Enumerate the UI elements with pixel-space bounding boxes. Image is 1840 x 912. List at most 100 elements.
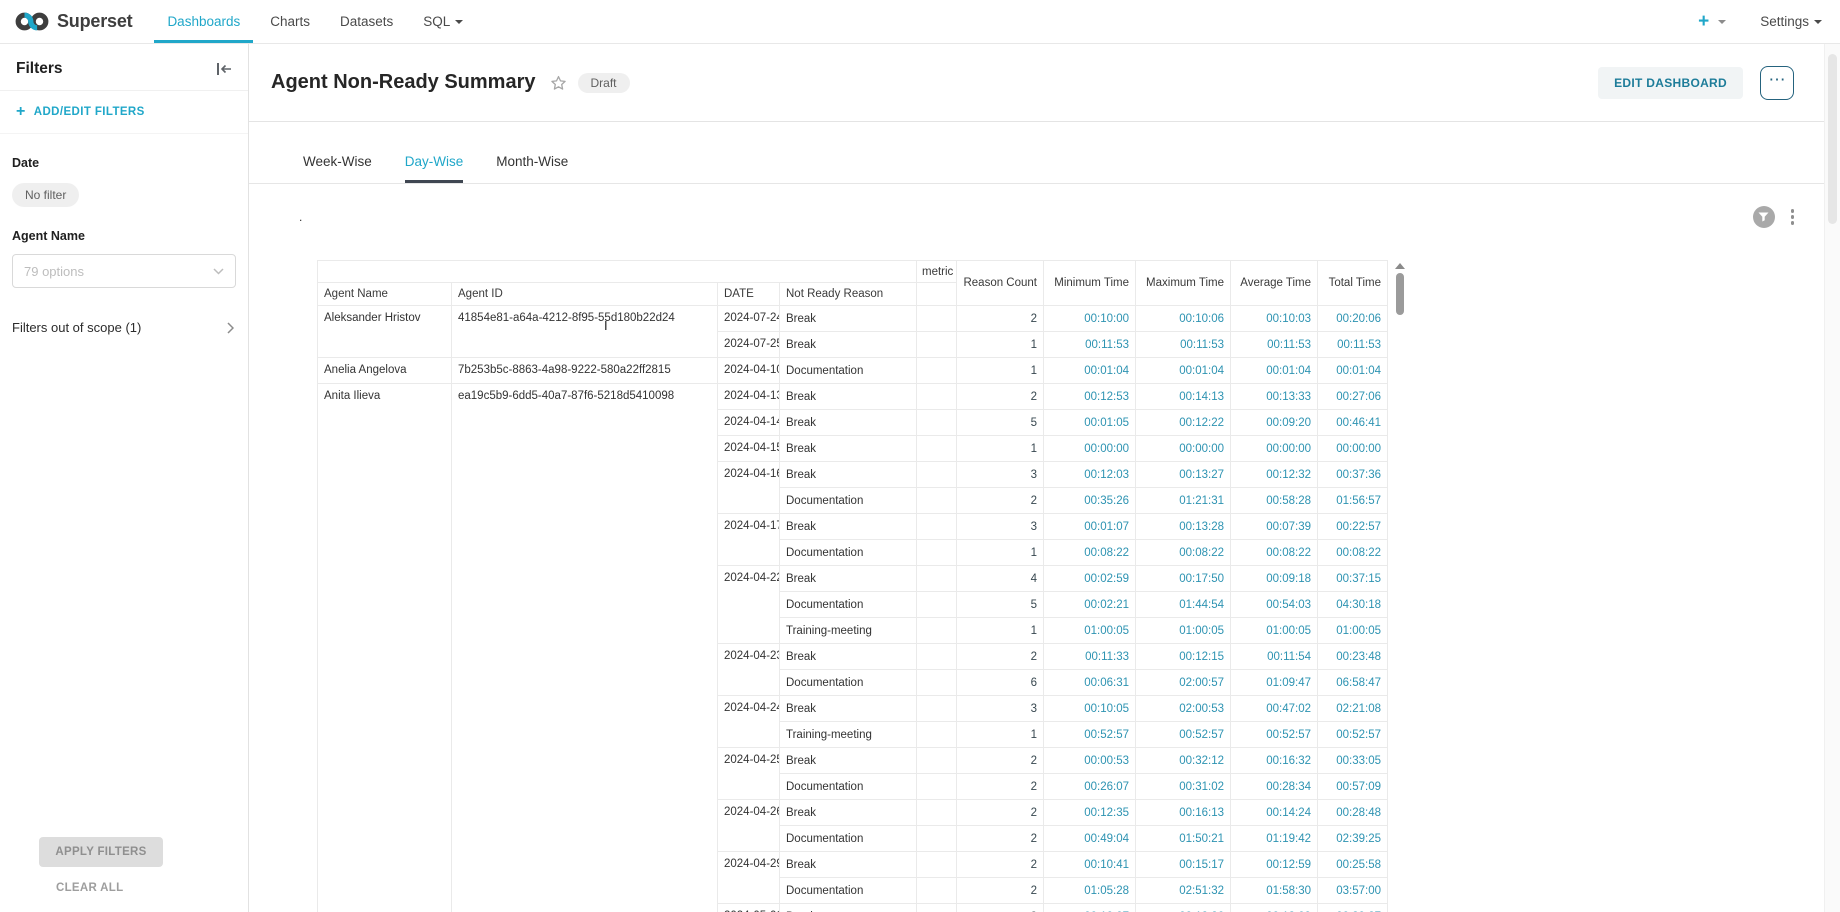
time-value-cell: 01:09:47	[1231, 670, 1318, 696]
metric-spacer-cell	[917, 644, 957, 670]
tab-day-wise[interactable]: Day-Wise	[405, 139, 464, 183]
reason-count-cell: 3	[957, 514, 1044, 540]
column-header-agent-id[interactable]: Agent ID	[452, 283, 718, 306]
chevron-right-icon	[227, 322, 234, 334]
column-header-date[interactable]: DATE	[718, 283, 780, 306]
column-header-not-ready-reason[interactable]: Not Ready Reason	[780, 283, 917, 306]
time-value-cell: 00:25:58	[1318, 852, 1388, 878]
more-options-button[interactable]: ⋯	[1760, 66, 1794, 100]
time-value-cell: 00:12:59	[1231, 852, 1318, 878]
chevron-down-icon	[213, 268, 224, 275]
settings-label: Settings	[1760, 14, 1809, 29]
nav-item-charts[interactable]: Charts	[270, 0, 310, 43]
applied-filters-icon[interactable]	[1753, 206, 1775, 228]
favorite-star-icon[interactable]	[550, 75, 567, 91]
metric-spacer-cell	[917, 696, 957, 722]
reason-cell: Break	[780, 332, 917, 358]
column-header-average-time[interactable]: Average Time	[1231, 261, 1318, 306]
time-value-cell: 00:28:34	[1231, 774, 1318, 800]
column-header-minimum-time[interactable]: Minimum Time	[1044, 261, 1136, 306]
scroll-up-icon[interactable]	[1395, 263, 1405, 269]
apply-filters-button[interactable]: APPLY FILTERS	[39, 837, 163, 867]
metric-spacer-cell	[917, 410, 957, 436]
time-value-cell: 00:27:06	[1318, 384, 1388, 410]
chart-title: .	[299, 210, 302, 224]
metric-spacer-cell	[917, 540, 957, 566]
time-value-cell: 00:31:02	[1136, 774, 1231, 800]
metric-spacer-cell	[917, 488, 957, 514]
reason-count-cell: 2	[957, 800, 1044, 826]
time-value-cell: 00:02:21	[1044, 592, 1136, 618]
add-edit-filters-label: ADD/EDIT FILTERS	[34, 106, 145, 118]
time-value-cell: 01:00:05	[1231, 618, 1318, 644]
time-value-cell: 00:10:07	[1044, 904, 1136, 912]
column-header-total-time[interactable]: Total Time	[1318, 261, 1388, 306]
time-value-cell: 00:00:00	[1318, 436, 1388, 462]
page-scrollbar[interactable]	[1824, 44, 1840, 912]
nav-item-datasets[interactable]: Datasets	[340, 0, 393, 43]
nav-item-dashboards[interactable]: Dashboards	[167, 0, 240, 43]
time-value-cell: 00:01:04	[1136, 358, 1231, 384]
filters-out-of-scope-toggle[interactable]: Filters out of scope (1)	[0, 320, 248, 335]
nav-item-sql[interactable]: SQL	[423, 0, 463, 43]
chart-toolbar	[1753, 206, 1797, 228]
agent-id-cell: 7b253b5c-8863-4a98-9222-580a22ff2815	[452, 358, 718, 384]
time-value-cell: 01:05:28	[1044, 878, 1136, 904]
settings-menu[interactable]: Settings	[1760, 14, 1822, 29]
edit-dashboard-button[interactable]: EDIT DASHBOARD	[1598, 67, 1743, 99]
time-value-cell: 00:57:09	[1318, 774, 1388, 800]
time-value-cell: 00:37:15	[1318, 566, 1388, 592]
date-cell: 2024-07-25	[718, 332, 780, 358]
reason-cell: Break	[780, 462, 917, 488]
time-value-cell: 00:12:22	[1136, 410, 1231, 436]
reason-count-cell: 2	[957, 852, 1044, 878]
time-value-cell: 00:49:04	[1044, 826, 1136, 852]
time-value-cell: 00:08:22	[1044, 540, 1136, 566]
scrollbar-thumb[interactable]	[1396, 273, 1404, 315]
agent-name-filter-select[interactable]: 79 options	[12, 254, 236, 288]
table-scrollbar[interactable]	[1393, 260, 1407, 315]
new-item-caret-icon[interactable]	[1718, 20, 1726, 24]
column-header-agent-name[interactable]: Agent Name	[318, 283, 452, 306]
date-cell: 2024-04-15	[718, 436, 780, 462]
superset-logo-icon	[14, 10, 50, 33]
add-edit-filters-button[interactable]: + ADD/EDIT FILTERS	[0, 91, 248, 134]
reason-count-cell: 4	[957, 566, 1044, 592]
metric-spacer-cell	[917, 826, 957, 852]
reason-count-cell: 1	[957, 618, 1044, 644]
time-value-cell: 00:10:00	[1044, 306, 1136, 332]
time-value-cell: 00:11:53	[1231, 332, 1318, 358]
dashboard-tabs: Week-Wise Day-Wise Month-Wise	[249, 122, 1840, 184]
tab-week-wise[interactable]: Week-Wise	[303, 139, 372, 183]
new-item-button[interactable]: +	[1698, 12, 1709, 31]
reason-cell: Break	[780, 436, 917, 462]
reason-count-cell: 5	[957, 410, 1044, 436]
collapse-sidebar-icon[interactable]	[216, 62, 232, 76]
column-header-maximum-time[interactable]: Maximum Time	[1136, 261, 1231, 306]
time-value-cell: 01:00:05	[1044, 618, 1136, 644]
time-value-cell: 01:56:57	[1318, 488, 1388, 514]
reason-cell: Break	[780, 852, 917, 878]
time-value-cell: 00:11:53	[1044, 332, 1136, 358]
time-value-cell: 00:16:13	[1136, 800, 1231, 826]
agent-name-cell: Anelia Angelova	[318, 358, 452, 384]
clear-all-button[interactable]: CLEAR ALL	[56, 882, 123, 894]
time-value-cell: 00:01:04	[1231, 358, 1318, 384]
date-cell: 2024-07-24	[718, 306, 780, 332]
time-value-cell: 00:32:12	[1136, 748, 1231, 774]
date-filter-value[interactable]: No filter	[12, 183, 79, 207]
time-value-cell: 00:08:22	[1231, 540, 1318, 566]
time-value-cell: 02:00:53	[1136, 696, 1231, 722]
brand[interactable]: Superset	[0, 0, 132, 43]
reason-cell: Break	[780, 696, 917, 722]
column-header-reason-count[interactable]: Reason Count	[957, 261, 1044, 306]
metric-spacer-cell	[917, 462, 957, 488]
agent-id-cell: ea19c5b9-6dd5-40a7-87f6-5218d5410098	[452, 384, 718, 912]
kebab-menu-icon[interactable]	[1789, 207, 1797, 227]
tab-month-wise[interactable]: Month-Wise	[496, 139, 568, 183]
dashboard-header: Agent Non-Ready Summary Draft EDIT DASHB…	[249, 44, 1840, 122]
page-scrollbar-thumb[interactable]	[1828, 54, 1837, 224]
time-value-cell: 00:28:48	[1318, 800, 1388, 826]
agent-name-cell: Anita Ilieva	[318, 384, 452, 912]
navbar-right: + Settings	[1698, 0, 1840, 43]
